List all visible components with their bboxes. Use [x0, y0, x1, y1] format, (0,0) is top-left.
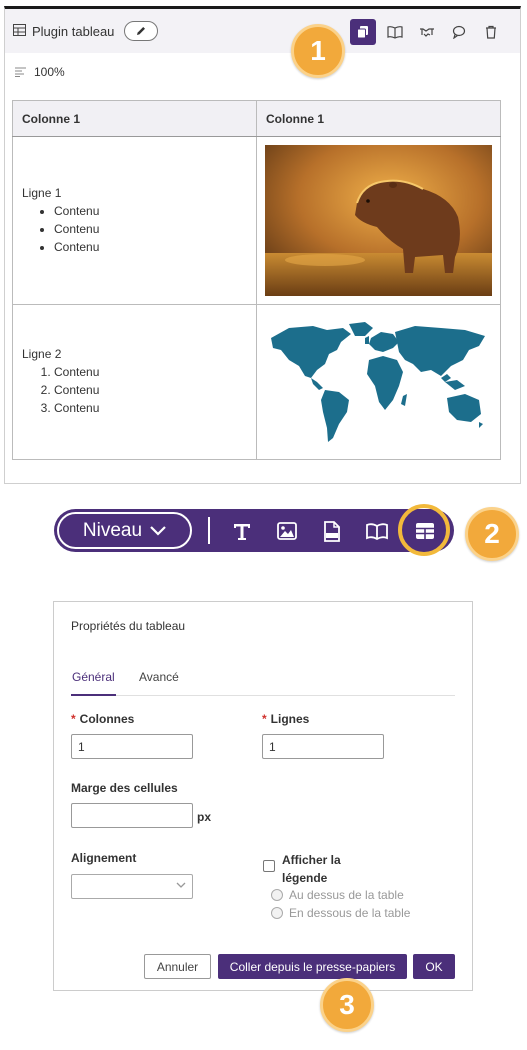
columns-label: * Colonnes — [71, 712, 134, 726]
plugin-toolbar — [350, 19, 504, 45]
book-button[interactable] — [382, 19, 408, 45]
required-marker: * — [262, 712, 267, 726]
rows-label-text: Lignes — [270, 712, 310, 726]
delete-button[interactable] — [478, 19, 504, 45]
copy-button[interactable] — [350, 19, 376, 45]
caption-option-label: Au dessus de la table — [289, 888, 404, 902]
numbered-list: Contenu Contenu Contenu — [22, 363, 256, 417]
caption-below-option[interactable]: En dessous de la table — [271, 906, 410, 920]
plugin-header: Plugin tableau — [5, 9, 520, 53]
pencil-icon — [137, 27, 146, 35]
niveau-label: Niveau — [82, 519, 143, 541]
handshake-icon — [420, 28, 434, 37]
alignment-label: Alignement — [71, 851, 137, 865]
radio-circle[interactable] — [271, 889, 283, 901]
cancel-button[interactable]: Annuler — [144, 954, 211, 979]
dialog-title: Propriétés du tableau — [71, 619, 186, 633]
bullet-list: Contenu Contenu Contenu — [22, 202, 256, 256]
column-header: Colonne 1 — [256, 100, 501, 137]
align-left-icon — [15, 67, 26, 77]
world-map — [271, 321, 485, 442]
editor-toolbar: Niveau — [54, 509, 454, 552]
dialog-tabs: Général Avancé — [71, 670, 455, 696]
insert-text-button[interactable] — [227, 516, 257, 546]
caption-above-option[interactable]: Au dessus de la table — [271, 888, 404, 902]
caption-option-label: En dessous de la table — [289, 906, 411, 920]
list-item: Contenu — [54, 202, 256, 220]
column-header: Colonne 1 — [12, 100, 257, 137]
required-marker: * — [71, 712, 76, 726]
handshake-button[interactable] — [414, 19, 440, 45]
table-cell: Ligne 2 Contenu Contenu Contenu — [12, 304, 257, 460]
list-item: Contenu — [54, 363, 256, 381]
chevron-down-icon — [150, 525, 166, 536]
toolbar-divider — [208, 517, 210, 544]
ok-button[interactable]: OK — [413, 954, 455, 979]
caption-label-line: légende — [282, 871, 328, 885]
comment-button[interactable] — [446, 19, 472, 45]
chevron-down-icon — [176, 882, 186, 888]
list-item: Contenu — [54, 399, 256, 417]
columns-input[interactable] — [71, 734, 193, 759]
table-plugin-card: Plugin tableau 100% Colonne 1 Colonne 1 … — [4, 6, 521, 484]
radio-circle[interactable] — [271, 907, 283, 919]
content-table: Colonne 1 Colonne 1 Ligne 1 Contenu Cont… — [12, 100, 501, 460]
table-cell — [256, 304, 501, 460]
edit-button[interactable] — [124, 21, 159, 41]
tab-general[interactable]: Général — [71, 670, 116, 696]
paste-from-clipboard-button[interactable]: Coller depuis le presse-papiers — [218, 954, 407, 979]
row-label: Ligne 1 — [22, 185, 62, 200]
caption-label: Afficher la légende — [282, 851, 341, 887]
tab-advanced[interactable]: Avancé — [139, 670, 179, 696]
caption-label-line: Afficher la — [282, 853, 341, 867]
step-badge: 2 — [465, 507, 519, 561]
table-cell — [256, 136, 501, 305]
caption-checkbox[interactable] — [263, 860, 275, 872]
pdf-icon — [324, 520, 340, 542]
cell-margin-unit: px — [197, 810, 212, 824]
table-row: Ligne 1 Contenu Contenu Contenu — [12, 136, 501, 305]
table-cell: Ligne 1 Contenu Contenu Contenu — [12, 136, 257, 305]
table-icon — [13, 23, 26, 39]
insert-book-button[interactable] — [362, 516, 392, 546]
rows-input[interactable] — [262, 734, 384, 759]
insert-pdf-button[interactable] — [317, 516, 347, 546]
cell-margin-label: Marge des cellules — [71, 781, 178, 795]
trash-icon — [486, 25, 496, 39]
list-item: Contenu — [54, 381, 256, 399]
row-label: Ligne 2 — [22, 347, 62, 361]
cell-margin-input[interactable] — [71, 803, 193, 828]
list-item: Contenu — [54, 220, 256, 238]
book-icon — [366, 523, 388, 540]
rows-label: * Lignes — [262, 712, 309, 726]
table-properties-dialog: Propriétés du tableau Général Avancé * Co… — [53, 601, 473, 991]
copy-icon — [357, 26, 368, 39]
highlight-ring — [398, 504, 450, 556]
list-item: Contenu — [54, 238, 256, 256]
image-icon — [277, 522, 297, 540]
zoom-row: 100% — [15, 65, 65, 79]
columns-label-text: Colonnes — [79, 712, 135, 726]
niveau-dropdown[interactable]: Niveau — [57, 512, 192, 549]
step-badge: 3 — [320, 978, 374, 1032]
comment-icon — [452, 25, 466, 39]
plugin-title: Plugin tableau — [32, 23, 115, 39]
zoom-level: 100% — [34, 65, 65, 79]
book-icon — [387, 26, 403, 39]
text-icon — [234, 524, 250, 540]
alignment-select[interactable] — [71, 874, 193, 899]
step-badge: 1 — [291, 24, 345, 78]
capybara-photo — [265, 145, 492, 296]
insert-image-button[interactable] — [272, 516, 302, 546]
plugin-title-group: Plugin tableau — [13, 21, 159, 41]
table-row: Ligne 2 Contenu Contenu Contenu — [12, 304, 501, 460]
